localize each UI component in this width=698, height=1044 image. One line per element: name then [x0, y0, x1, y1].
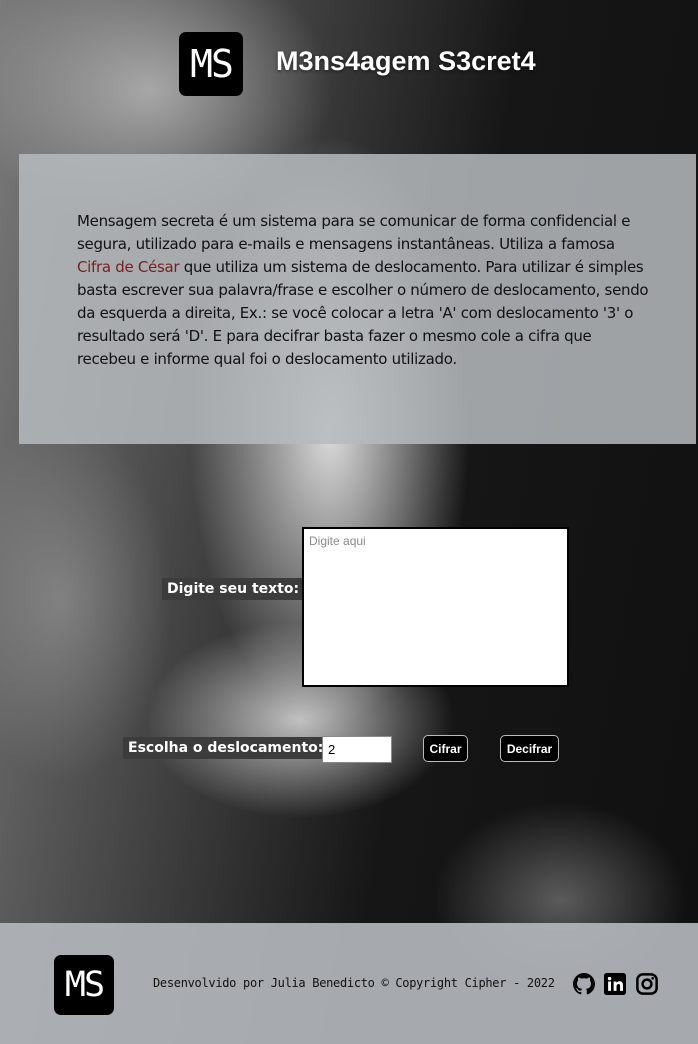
intro-text: Mensagem secreta é um sistema para se co…: [77, 210, 649, 371]
message-textarea[interactable]: [302, 527, 569, 687]
footer-credit: Desenvolvido por Julia Benedicto © Copyr…: [153, 976, 555, 990]
linkedin-icon[interactable]: [604, 973, 626, 995]
encrypt-button[interactable]: Cifrar: [423, 735, 468, 762]
shift-label: Escolha o deslocamento:: [123, 737, 329, 759]
intro-text-before-link: Mensagem secreta é um sistema para se co…: [77, 212, 631, 253]
site-title: M3ns4agem S3cret4: [276, 46, 536, 76]
page-header: MS M3ns4agem S3cret4: [0, 0, 698, 130]
text-input-label: Digite seu texto:: [162, 578, 305, 600]
header-logo: MS: [179, 32, 243, 96]
caesar-cipher-link[interactable]: Cifra de César: [77, 258, 180, 276]
footer-logo: MS: [54, 955, 114, 1015]
decrypt-button[interactable]: Decifrar: [500, 735, 559, 762]
intro-panel: Mensagem secreta é um sistema para se co…: [19, 154, 696, 444]
shift-input[interactable]: [322, 736, 392, 763]
page-footer: MS Desenvolvido por Julia Benedicto © Co…: [0, 923, 698, 1044]
github-icon[interactable]: [573, 973, 595, 995]
instagram-icon[interactable]: [636, 973, 658, 995]
